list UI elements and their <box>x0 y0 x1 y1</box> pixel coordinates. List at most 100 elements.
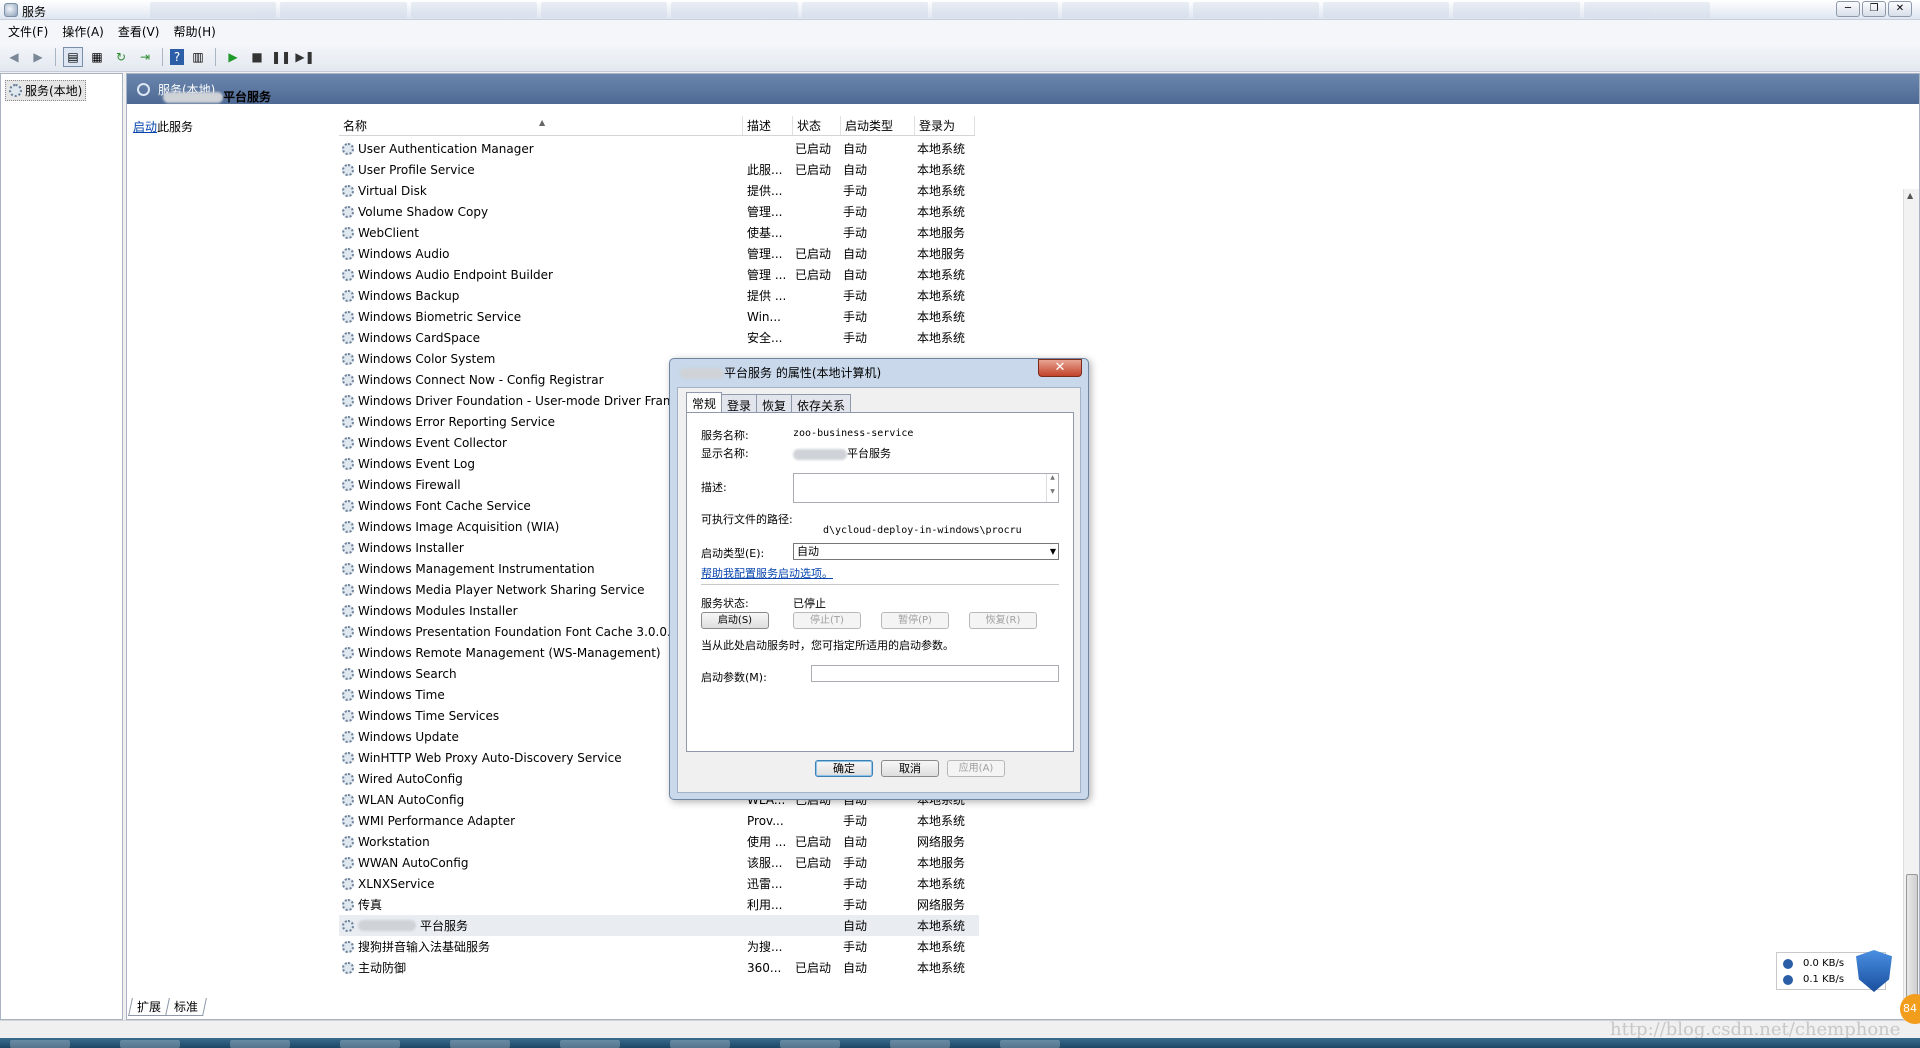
ok-button[interactable]: 确定 <box>815 760 873 777</box>
properties-icon[interactable]: ▦ <box>87 47 107 67</box>
upload-speed: 0.1 KB/s <box>1803 974 1845 985</box>
startup-help-link[interactable]: 帮助我配置服务启动选项。 <box>701 565 833 581</box>
table-row[interactable]: Virtual Disk 提供... 手动 本地系统 <box>339 180 979 201</box>
table-row[interactable]: 主动防御 360... 已启动 自动 本地系统 <box>339 957 979 978</box>
list-header: 名称 ▲ 描述 状态 启动类型 登录为 <box>339 116 975 136</box>
scroll-up-icon[interactable]: ▲ <box>1907 191 1913 200</box>
gear-icon <box>342 436 354 449</box>
service-name-cell: WebClient <box>339 226 743 240</box>
service-description-cell: Prov... <box>747 813 784 828</box>
service-status-cell: 已启动 <box>795 961 832 975</box>
column-status[interactable]: 状态 <box>793 116 841 135</box>
pause-service-icon[interactable]: ❚❚ <box>271 47 291 67</box>
view-tabs: 扩展 标准 <box>128 998 207 1016</box>
window-title: 服务 <box>22 5 47 19</box>
column-name[interactable]: 名称 ▲ <box>339 116 743 135</box>
table-row[interactable]: User Authentication Manager 已启动 自动 本地系统 <box>339 138 979 159</box>
gear-icon <box>342 310 354 323</box>
action-pane-icon[interactable]: ▥ <box>188 47 208 67</box>
start-service-icon[interactable]: ▶ <box>223 47 243 67</box>
gear-icon <box>342 835 354 848</box>
service-logon-cell: 本地系统 <box>917 205 966 219</box>
service-name-cell: XLNXService <box>339 877 743 891</box>
table-row[interactable]: WebClient 使基... 手动 本地服务 <box>339 222 979 243</box>
table-row[interactable]: User Profile Service 此服... 已启动 自动 本地系统 <box>339 159 979 180</box>
table-row[interactable]: Windows Backup 提供 ... 手动 本地系统 <box>339 285 979 306</box>
display-name-value: 平台服务 <box>793 445 891 461</box>
help-icon[interactable]: ? <box>170 48 184 65</box>
service-logon-cell: 本地服务 <box>917 247 966 261</box>
dialog-close-button[interactable]: ✕ <box>1038 359 1082 377</box>
service-startup-type-cell: 手动 <box>843 877 868 891</box>
table-row[interactable]: Windows Audio Endpoint Builder 管理 ... 已启动自… <box>339 264 979 285</box>
cancel-button[interactable]: 取消 <box>881 760 939 777</box>
description-textbox[interactable]: ▲ ▼ <box>793 473 1059 503</box>
service-status-label: 服务状态: <box>701 597 749 610</box>
table-row[interactable]: Windows Biometric Service Win... 手动 本地系统 <box>339 306 979 327</box>
table-row[interactable]: 搜狗拼音输入法基础服务 为搜... 手动 本地系统 <box>339 936 979 957</box>
title-bar: 服务 ─ ❐ ✕ <box>0 0 1920 20</box>
description-scrollbar[interactable]: ▲ ▼ <box>1046 474 1058 502</box>
service-description-cell: 迅雷... <box>747 877 783 891</box>
service-logon-cell: 本地系统 <box>917 877 966 891</box>
column-description[interactable]: 描述 <box>743 116 793 135</box>
forward-icon[interactable]: ▶ <box>28 47 48 67</box>
table-row[interactable]: 传真 利用... 手动 网络服务 <box>339 894 979 915</box>
menu-help[interactable]: 帮助(H) <box>173 23 215 40</box>
table-row[interactable]: 平台服务 自动 本地系统 <box>339 915 979 936</box>
column-logon-as[interactable]: 登录为 <box>915 116 975 135</box>
menu-file[interactable]: 文件(F) <box>8 23 48 40</box>
stop-service-icon[interactable]: ■ <box>247 47 267 67</box>
table-row[interactable]: Volume Shadow Copy 管理... 手动 本地系统 <box>339 201 979 222</box>
table-row[interactable]: WWAN AutoConfig 该服... 已启动 手动 本地服务 <box>339 852 979 873</box>
service-startup-type-cell: 自动 <box>843 268 868 282</box>
service-logon-cell: 本地系统 <box>917 814 966 828</box>
table-row[interactable]: WMI Performance Adapter Prov... 手动 本地系统 <box>339 810 979 831</box>
gear-icon <box>342 793 354 806</box>
tree-item-label: 服务(本地) <box>25 84 83 98</box>
start-params-hint: 当从此处启动服务时，您可指定所适用的启动参数。 <box>701 639 954 652</box>
dialog-body: 常规 登录 恢复 依存关系 服务名称: zoo-business-service… <box>677 387 1081 793</box>
table-row[interactable]: Windows CardSpace 安全... 手动 本地系统 <box>339 327 979 348</box>
menu-action[interactable]: 操作(A) <box>62 23 104 40</box>
menu-view[interactable]: 查看(V) <box>118 23 160 40</box>
service-startup-type-cell: 自动 <box>843 835 868 849</box>
start-params-input[interactable] <box>811 665 1059 682</box>
service-logon-cell: 本地服务 <box>917 226 966 240</box>
minimize-button[interactable]: ─ <box>1836 1 1860 17</box>
service-description-cell: 360... <box>747 960 782 975</box>
show-hide-console-tree-icon[interactable]: ▤ <box>63 46 83 67</box>
close-button[interactable]: ✕ <box>1888 1 1912 17</box>
vertical-scrollbar[interactable]: ▲ ▼ <box>1903 189 1919 1048</box>
service-logon-cell: 本地系统 <box>917 961 966 975</box>
gear-icon <box>342 226 354 239</box>
start-button[interactable]: 启动(S) <box>701 612 769 629</box>
startup-type-label: 启动类型(E): <box>701 547 765 560</box>
gear-icon <box>342 268 354 281</box>
service-name-cell: 平台服务 <box>339 917 743 934</box>
refresh-icon[interactable]: ↻ <box>111 47 131 67</box>
maximize-button[interactable]: ❐ <box>1862 1 1886 17</box>
tree-item-services-local[interactable]: 服务(本地) <box>5 80 87 101</box>
service-logon-cell: 本地系统 <box>917 268 966 282</box>
startup-type-select[interactable]: 自动 ▼ <box>793 543 1059 560</box>
table-row[interactable]: Windows Audio 管理... 已启动 自动 本地服务 <box>339 243 979 264</box>
service-logon-cell: 本地系统 <box>917 142 966 156</box>
search-icon <box>137 82 150 96</box>
tab-extended[interactable]: 扩展 <box>128 998 170 1016</box>
tab-standard[interactable]: 标准 <box>165 998 207 1016</box>
table-row[interactable]: Workstation 使用 ... 已启动 自动 网络服务 <box>339 831 979 852</box>
restart-service-icon[interactable]: ▶❚ <box>295 47 315 67</box>
description-label: 描述: <box>701 481 727 494</box>
export-list-icon[interactable]: ⇥ <box>135 47 155 67</box>
service-name-cell: Virtual Disk <box>339 184 743 198</box>
service-startup-type-cell: 手动 <box>843 814 868 828</box>
scrollbar-thumb[interactable] <box>1906 874 1918 1014</box>
gear-icon <box>342 541 354 554</box>
download-icon <box>1783 958 1793 969</box>
start-service-link[interactable]: 启动 <box>133 120 157 134</box>
column-startup-type[interactable]: 启动类型 <box>841 116 915 135</box>
toolbar: ◀ ▶ ▤ ▦ ↻ ⇥ ? ▥ ▶ ■ ❚❚ ▶❚ <box>0 42 1920 72</box>
table-row[interactable]: XLNXService 迅雷... 手动 本地系统 <box>339 873 979 894</box>
back-icon[interactable]: ◀ <box>4 47 24 67</box>
